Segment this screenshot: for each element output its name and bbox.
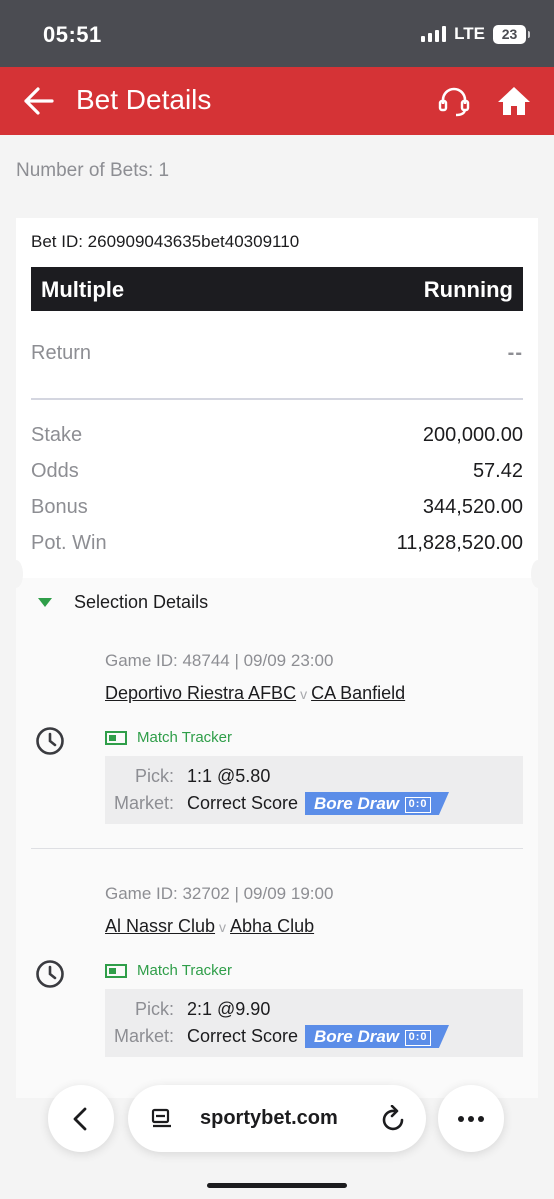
- page-icon: [151, 1108, 171, 1128]
- game-meta: Game ID: 48744 | 09/09 23:00: [105, 651, 334, 670]
- score-icon: 0:0: [405, 1030, 432, 1046]
- pick-label: Pick:: [134, 766, 174, 786]
- away-team-link[interactable]: Abha Club: [230, 916, 314, 936]
- browser-back-button[interactable]: [48, 1085, 114, 1152]
- browser-toolbar: sportybet.com: [0, 1080, 554, 1199]
- home-indicator: [207, 1183, 347, 1188]
- caret-down-icon: [38, 598, 52, 607]
- url-text: sportybet.com: [200, 1107, 338, 1129]
- return-label: Return: [31, 342, 92, 364]
- match-tracker-button[interactable]: Match Tracker: [105, 962, 232, 979]
- more-options-button[interactable]: [438, 1085, 504, 1152]
- market-label: Market:: [113, 793, 174, 813]
- market-value: Correct Score: [187, 793, 299, 813]
- match-tracker-label: Match Tracker: [137, 962, 233, 979]
- stake-label: Stake: [31, 424, 83, 446]
- bet-id: Bet ID: 260909043635bet40309110: [31, 232, 300, 251]
- clock-icon: [35, 726, 65, 756]
- game-meta: Game ID: 32702 | 09/09 19:00: [105, 884, 334, 903]
- match-tracker-icon: [105, 963, 127, 978]
- game-divider: [31, 848, 523, 849]
- page-title: Bet Details: [76, 84, 212, 115]
- pick-box: Pick: 2:1 @9.90 Market: Correct Score Bo…: [105, 989, 523, 1057]
- selection-title: Selection Details: [74, 592, 209, 612]
- return-value: --: [507, 342, 523, 364]
- home-icon[interactable]: [496, 83, 532, 119]
- badge-text: Bore Draw: [314, 1027, 400, 1046]
- chevron-left-icon: [73, 1107, 87, 1131]
- clock-icon: [35, 959, 65, 989]
- vs-label: v: [300, 686, 308, 702]
- market-label: Market:: [113, 1026, 174, 1046]
- bet-card: Bet ID: 260909043635bet40309110 Multiple…: [16, 218, 538, 578]
- bet-status: Running: [423, 277, 513, 302]
- status-time: 05:51: [43, 22, 102, 47]
- bet-type-bar: Multiple Running: [31, 267, 523, 311]
- teams: Deportivo Riestra AFBC v CA Banfield: [105, 683, 405, 704]
- network-label: LTE: [454, 24, 485, 43]
- bore-draw-badge: Bore Draw 0:0: [305, 792, 449, 815]
- ticket-notch: [531, 560, 545, 588]
- ellipsis-icon: [458, 1116, 484, 1122]
- market-value: Correct Score: [187, 1026, 299, 1046]
- pot-win-value: 11,828,520.00: [396, 532, 523, 554]
- match-tracker-icon: [105, 730, 127, 745]
- pick-box: Pick: 1:1 @5.80 Market: Correct Score Bo…: [105, 756, 523, 824]
- teams: Al Nassr Club v Abha Club: [105, 916, 314, 937]
- match-tracker-button[interactable]: Match Tracker: [105, 729, 232, 746]
- odds-value: 57.42: [472, 460, 523, 482]
- bonus-label: Bonus: [31, 496, 88, 518]
- selection-details-toggle[interactable]: Selection Details: [38, 592, 208, 613]
- app-header: Bet Details: [0, 67, 554, 135]
- home-team-link[interactable]: Deportivo Riestra AFBC: [105, 683, 296, 703]
- badge-text: Bore Draw: [314, 794, 400, 813]
- pot-win-label: Pot. Win: [31, 532, 107, 554]
- number-of-bets: Number of Bets: 1: [16, 160, 170, 181]
- back-arrow-icon[interactable]: [22, 85, 56, 117]
- pick-value: 2:1 @9.90: [187, 999, 271, 1019]
- pick-label: Pick:: [134, 999, 174, 1019]
- stake-value: 200,000.00: [422, 424, 523, 446]
- status-bar: 05:51 LTE 23: [0, 0, 554, 67]
- bore-draw-badge: Bore Draw 0:0: [305, 1025, 449, 1048]
- selection-panel: Selection Details Game ID: 48744 | 09/09…: [16, 578, 538, 1098]
- status-indicators: LTE 23: [421, 24, 530, 44]
- score-icon: 0:0: [405, 797, 432, 813]
- divider: [31, 398, 523, 400]
- home-team-link[interactable]: Al Nassr Club: [105, 916, 215, 936]
- pick-value: 1:1 @5.80: [187, 766, 271, 786]
- bonus-value: 344,520.00: [422, 496, 523, 518]
- battery-icon: 23: [493, 24, 530, 44]
- vs-label: v: [219, 919, 227, 935]
- ticket-notch: [9, 560, 23, 588]
- reload-icon: [382, 1105, 404, 1131]
- away-team-link[interactable]: CA Banfield: [311, 683, 405, 703]
- address-bar[interactable]: sportybet.com: [128, 1085, 426, 1152]
- odds-label: Odds: [31, 460, 79, 482]
- bet-type: Multiple: [41, 277, 125, 302]
- signal-icon: [421, 26, 447, 42]
- match-tracker-label: Match Tracker: [137, 729, 233, 746]
- headset-support-icon[interactable]: [436, 84, 472, 120]
